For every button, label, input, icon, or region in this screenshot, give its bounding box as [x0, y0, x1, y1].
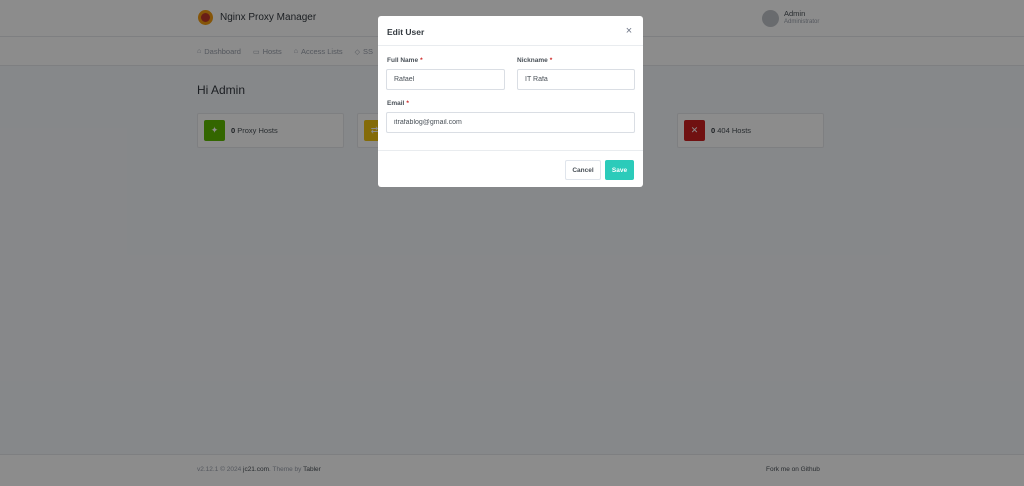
edit-user-modal: Edit User × Full Name* Nickname* Email* …: [378, 16, 643, 187]
required-mark: *: [406, 100, 409, 107]
nickname-label: Nickname *: [517, 57, 552, 64]
nickname-label-text: Nickname: [517, 57, 548, 64]
required-mark: *: [420, 57, 423, 64]
save-button[interactable]: Save: [605, 160, 634, 180]
email-label: Email *: [387, 100, 409, 107]
full-name-label-text: Full Name: [387, 57, 419, 64]
close-icon[interactable]: ×: [623, 24, 635, 38]
cancel-button[interactable]: Cancel: [565, 160, 601, 180]
full-name-label: Full Name *: [387, 57, 423, 64]
modal-header: Edit User ×: [378, 16, 643, 46]
email-input[interactable]: [386, 112, 635, 133]
email-label-text: Email: [387, 100, 405, 107]
required-mark: *: [549, 57, 553, 64]
full-name-input[interactable]: [386, 69, 505, 90]
modal-footer: Cancel Save: [378, 150, 643, 187]
nickname-input[interactable]: [517, 69, 635, 90]
modal-title: Edit User: [387, 27, 425, 37]
